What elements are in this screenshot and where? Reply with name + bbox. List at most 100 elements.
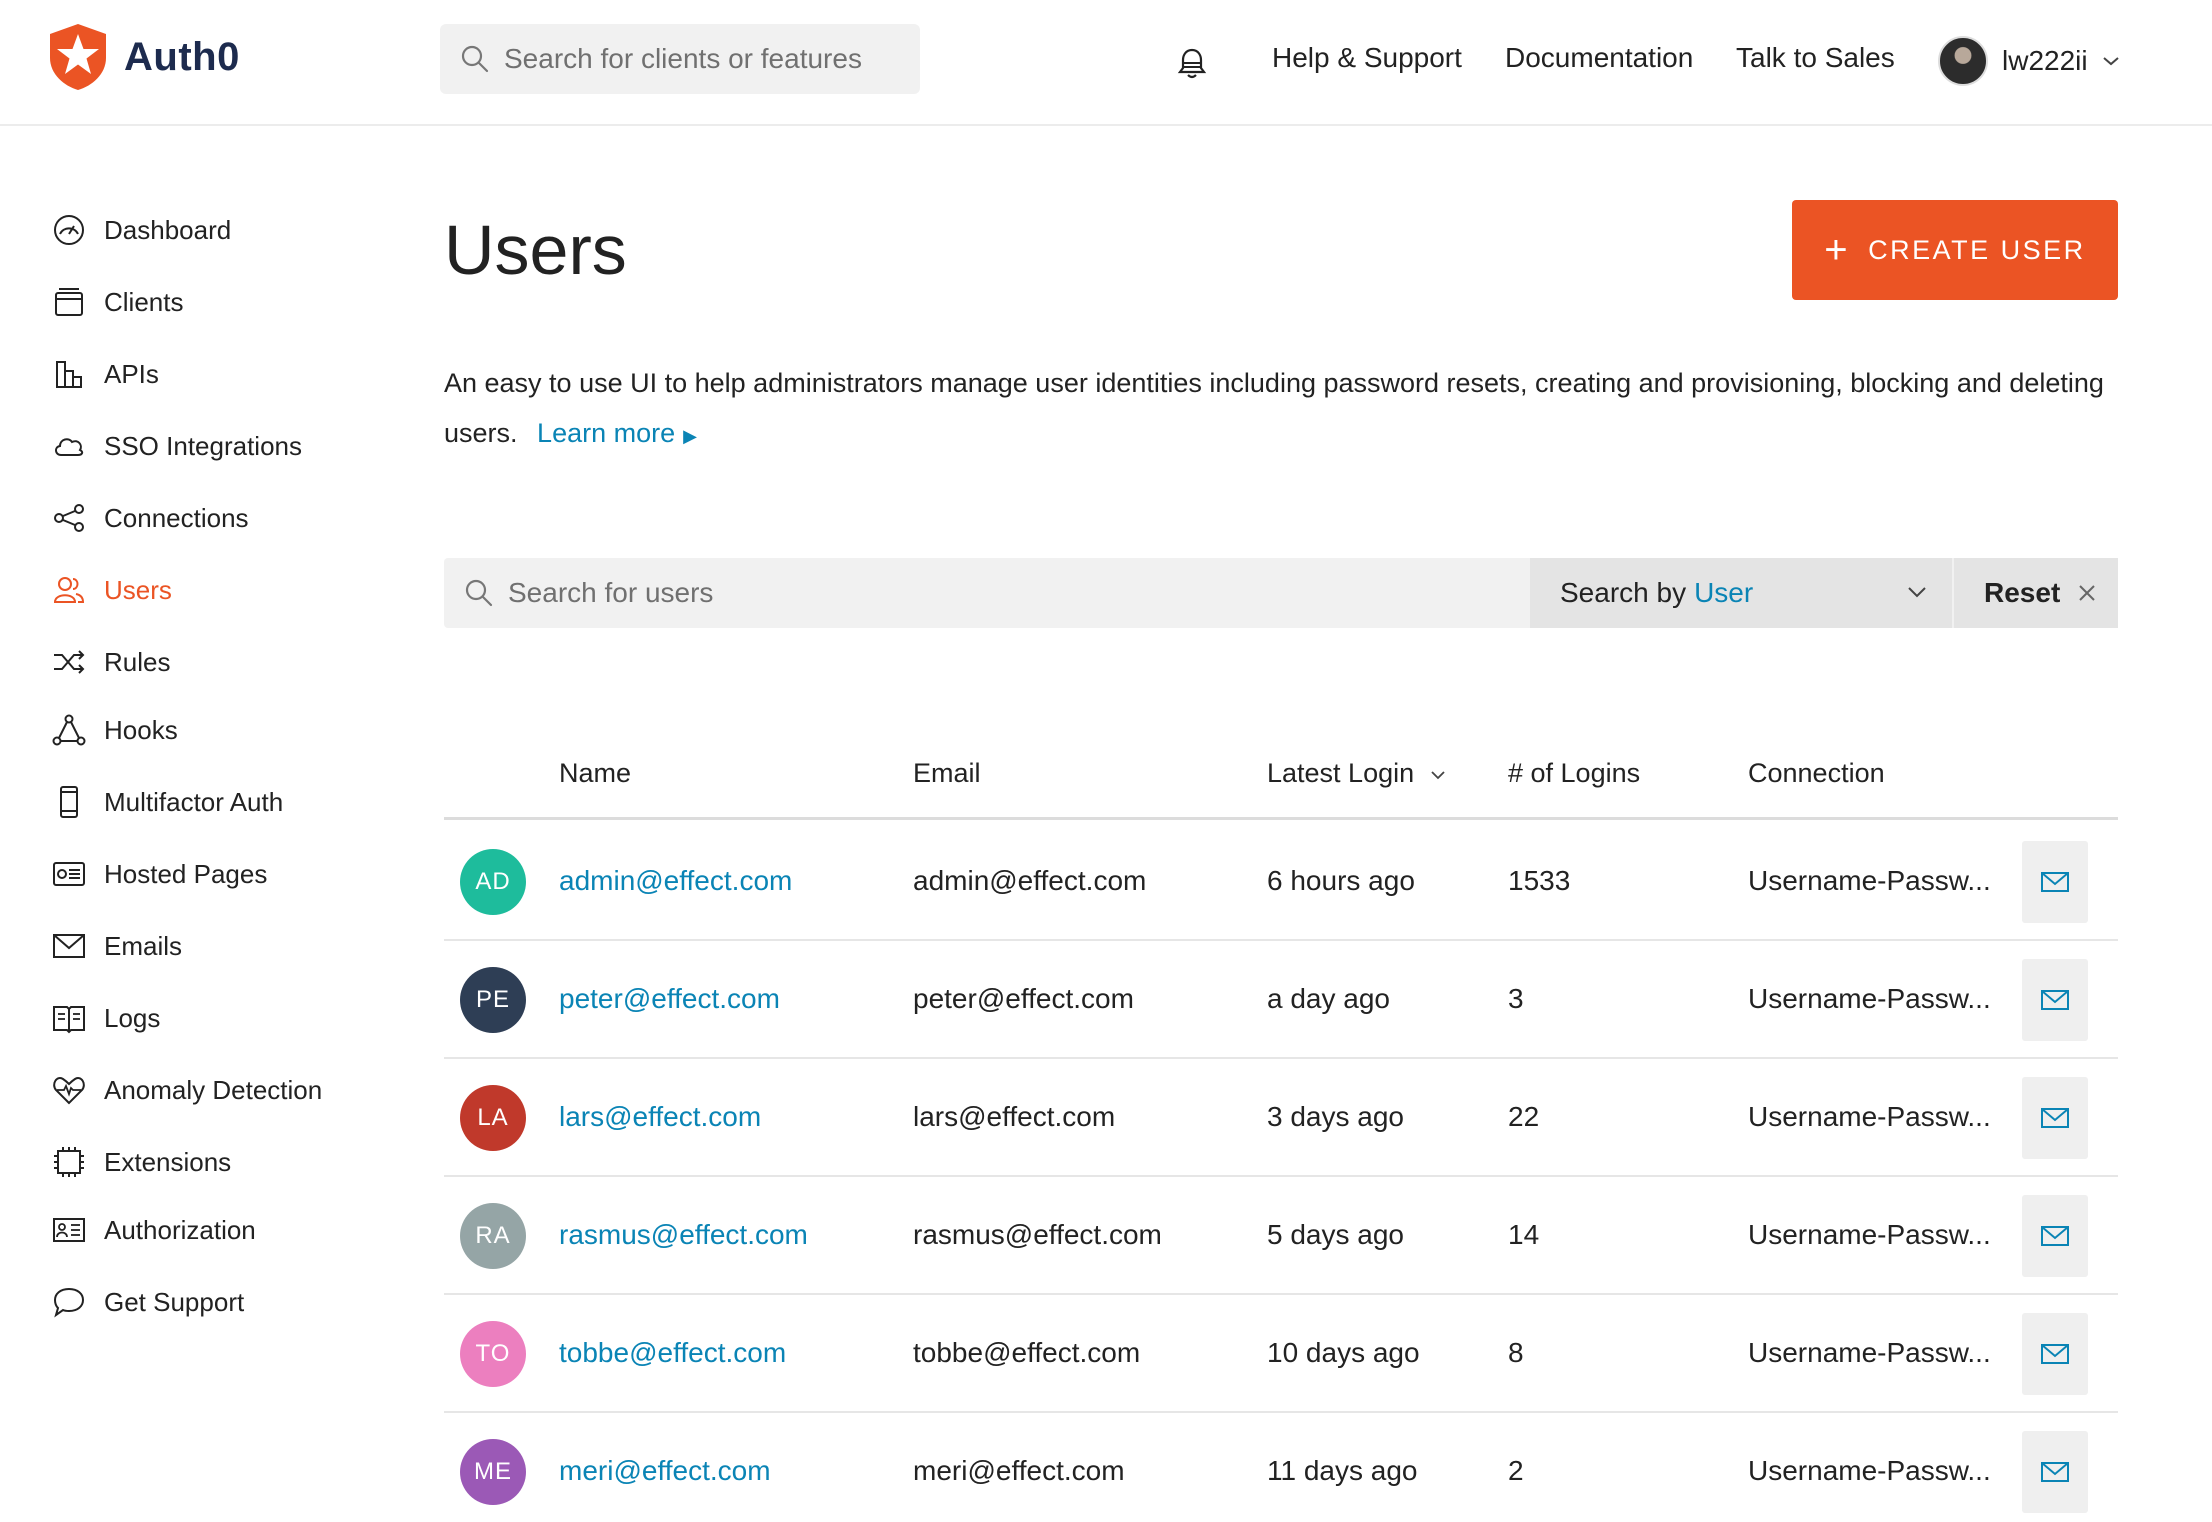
sidebar-item-label: APIs: [104, 358, 159, 389]
sidebar-item-dashboard[interactable]: Dashboard: [52, 210, 231, 250]
latest-login: 5 days ago: [1267, 1219, 1404, 1250]
help-support-link[interactable]: Help & Support: [1272, 42, 1462, 74]
column-header-latest-login[interactable]: Latest Login: [1267, 758, 1446, 789]
sidebar-item-apis[interactable]: APIs: [52, 354, 159, 394]
clients-icon: [52, 285, 86, 319]
reset-button[interactable]: Reset: [1954, 558, 2118, 628]
dashboard-icon: [52, 213, 86, 247]
sidebar-item-multifactor-auth[interactable]: Multifactor Auth: [52, 782, 283, 822]
users-table-header: Name Email Latest Login # of Logins Conn…: [444, 740, 2118, 820]
user-name-link[interactable]: meri@effect.com: [559, 1455, 771, 1487]
sidebar-item-label: Extensions: [104, 1146, 232, 1177]
talk-to-sales-link[interactable]: Talk to Sales: [1736, 42, 1895, 74]
sidebar-item-label: Dashboard: [104, 214, 232, 245]
page-description: An easy to use UI to help administrators…: [444, 358, 2124, 461]
create-user-button[interactable]: + CREATE USER: [1792, 200, 2118, 300]
notifications-bell-icon[interactable]: [1176, 46, 1208, 82]
logins-count: 8: [1508, 1337, 1524, 1368]
global-search-box[interactable]: [440, 24, 920, 94]
search-icon: [461, 45, 489, 73]
column-header-connection: Connection: [1748, 758, 1885, 788]
shuffle-icon: [52, 645, 86, 679]
user-name-link[interactable]: admin@effect.com: [559, 865, 792, 897]
latest-login: 3 days ago: [1267, 1101, 1404, 1132]
sidebar-item-authorization[interactable]: Authorization: [52, 1210, 256, 1250]
search-by-label: Search by: [1560, 577, 1687, 608]
sidebar-item-extensions[interactable]: Extensions: [52, 1142, 231, 1182]
avatar: RA: [460, 1203, 526, 1269]
latest-login: 10 days ago: [1267, 1337, 1420, 1368]
learn-more-link[interactable]: Learn more ▶: [537, 418, 697, 448]
user-name-link[interactable]: peter@effect.com: [559, 983, 780, 1015]
user-email: peter@effect.com: [913, 983, 1134, 1014]
sidebar-item-users[interactable]: Users: [52, 570, 172, 610]
sidebar-item-connections[interactable]: Connections: [52, 498, 249, 538]
sidebar-item-label: Authorization: [104, 1214, 256, 1245]
create-user-label: CREATE USER: [1868, 234, 2086, 265]
logins-count: 22: [1508, 1101, 1540, 1132]
heartbeat-icon: [52, 1073, 86, 1107]
send-email-button[interactable]: [2022, 1313, 2088, 1395]
chat-bubble-icon: [52, 1285, 86, 1319]
send-email-button[interactable]: [2022, 1077, 2088, 1159]
global-search-input[interactable]: [504, 43, 904, 75]
sidebar-item-sso-integrations[interactable]: SSO Integrations: [52, 426, 302, 466]
table-row[interactable]: ME meri@effect.com meri@effect.com 11 da…: [444, 1413, 2118, 1522]
hooks-icon: [52, 713, 86, 747]
sidebar-item-clients[interactable]: Clients: [52, 282, 183, 322]
connection-name: Username-Passw...: [1748, 1101, 1991, 1132]
table-row[interactable]: RA rasmus@effect.com rasmus@effect.com 5…: [444, 1177, 2118, 1295]
sidebar-item-label: SSO Integrations: [104, 430, 302, 461]
send-email-button[interactable]: [2022, 841, 2088, 923]
envelope-icon: [2041, 1344, 2069, 1364]
sidebar-item-anomaly-detection[interactable]: Anomaly Detection: [52, 1070, 322, 1110]
user-email: admin@effect.com: [913, 865, 1147, 896]
sidebar-item-label: Emails: [104, 930, 183, 961]
reset-label: Reset: [1984, 577, 2061, 608]
username-label: lw222ii: [2002, 45, 2088, 76]
user-menu[interactable]: lw222ii: [1938, 36, 2120, 86]
sidebar-item-label: Anomaly Detection: [104, 1074, 323, 1105]
user-email: meri@effect.com: [913, 1455, 1125, 1486]
book-icon: [52, 1001, 86, 1035]
avatar: [1938, 36, 1988, 86]
column-header-logins: # of Logins: [1508, 758, 1641, 788]
sidebar-item-logs[interactable]: Logs: [52, 998, 160, 1038]
sidebar-item-label: Get Support: [104, 1286, 245, 1317]
sidebar-item-rules[interactable]: Rules: [52, 642, 170, 682]
avatar: LA: [460, 1085, 526, 1151]
sidebar-item-label: Users: [104, 574, 172, 605]
user-search-input[interactable]: [508, 577, 1508, 609]
search-icon: [465, 579, 493, 607]
documentation-link[interactable]: Documentation: [1505, 42, 1693, 74]
send-email-button[interactable]: [2022, 1195, 2088, 1277]
send-email-button[interactable]: [2022, 959, 2088, 1041]
caret-right-icon: ▶: [683, 426, 697, 446]
user-name-link[interactable]: tobbe@effect.com: [559, 1337, 786, 1369]
table-row[interactable]: PE peter@effect.com peter@effect.com a d…: [444, 941, 2118, 1059]
sidebar-item-label: Connections: [104, 502, 249, 533]
sidebar-item-get-support[interactable]: Get Support: [52, 1282, 244, 1322]
auth0-logo[interactable]: Auth0: [46, 22, 240, 92]
avatar: AD: [460, 849, 526, 915]
connection-name: Username-Passw...: [1748, 865, 1991, 896]
search-by-dropdown[interactable]: Search by User: [1530, 558, 1952, 628]
sort-chevron-down-icon: [1431, 771, 1445, 780]
table-row[interactable]: TO tobbe@effect.com tobbe@effect.com 10 …: [444, 1295, 2118, 1413]
user-name-link[interactable]: rasmus@effect.com: [559, 1219, 808, 1251]
envelope-icon: [2041, 990, 2069, 1010]
avatar: TO: [460, 1321, 526, 1387]
cloud-icon: [52, 429, 86, 463]
table-row[interactable]: AD admin@effect.com admin@effect.com 6 h…: [444, 823, 2118, 941]
sidebar-item-hooks[interactable]: Hooks: [52, 710, 178, 750]
sidebar-item-hosted-pages[interactable]: Hosted Pages: [52, 854, 267, 894]
plus-icon: +: [1824, 228, 1851, 272]
user-search-field[interactable]: [464, 558, 1508, 628]
user-name-link[interactable]: lars@effect.com: [559, 1101, 761, 1133]
table-row[interactable]: LA lars@effect.com lars@effect.com 3 day…: [444, 1059, 2118, 1177]
envelope-icon: [2041, 872, 2069, 892]
chevron-down-icon: [2102, 57, 2119, 66]
latest-login: 11 days ago: [1267, 1455, 1418, 1486]
sidebar-item-emails[interactable]: Emails: [52, 926, 182, 966]
send-email-button[interactable]: [2022, 1431, 2088, 1513]
